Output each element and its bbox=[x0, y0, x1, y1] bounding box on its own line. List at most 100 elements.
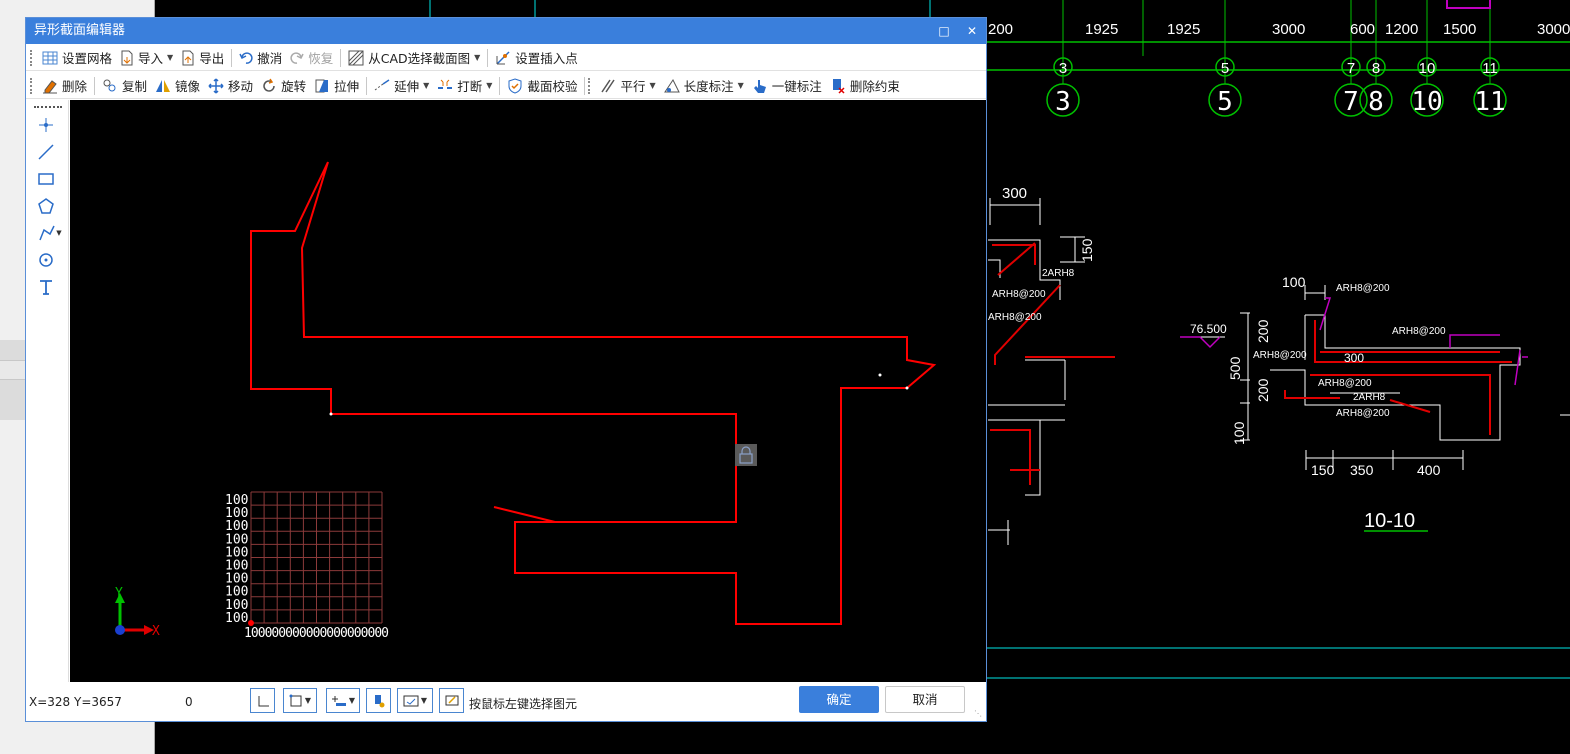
section-check-label: 截面校验 bbox=[527, 79, 578, 94]
dropdown-arrow-icon[interactable]: ▼ bbox=[421, 696, 427, 705]
dropdown-arrow-icon[interactable]: ▼ bbox=[649, 81, 655, 90]
export-icon bbox=[182, 50, 194, 65]
shield-check-icon bbox=[508, 77, 522, 94]
toolbar-grip[interactable] bbox=[30, 49, 34, 66]
cad-axis-label: 7 bbox=[1347, 60, 1355, 77]
polygon-tool[interactable] bbox=[34, 195, 58, 217]
length-dimension-button[interactable]: 长度标注 ▼ bbox=[660, 75, 748, 97]
resize-grip-icon[interactable]: ⋱ bbox=[974, 709, 984, 719]
extend-button[interactable]: 延伸 ▼ bbox=[370, 75, 433, 97]
dropdown-arrow-icon[interactable]: ▼ bbox=[167, 53, 173, 62]
export-button[interactable]: 导出 bbox=[177, 47, 228, 69]
dropdown-arrow-icon[interactable]: ▼ bbox=[305, 696, 311, 705]
cad-axis-label: 11 bbox=[1482, 60, 1498, 77]
mirror-icon bbox=[156, 79, 171, 92]
drawing-canvas[interactable]: 100 100 100 100 100 100 100 100 100 100 1000000000… bbox=[70, 100, 986, 682]
cad-axis-label: 5 bbox=[1221, 60, 1229, 77]
tools-grip[interactable] bbox=[34, 106, 62, 108]
snap-toggle[interactable]: ▼ bbox=[283, 688, 317, 713]
status-value: 0 bbox=[185, 695, 193, 709]
mirror-button[interactable]: 镜像 bbox=[151, 75, 204, 97]
break-button[interactable]: 打断 ▼ bbox=[433, 75, 496, 97]
cad-rebar-label: 2ARH8 bbox=[1042, 268, 1075, 279]
line-tool[interactable] bbox=[34, 141, 58, 163]
cad-section-dim: 300 bbox=[1344, 351, 1364, 365]
cad-axis-label-large: 11 bbox=[1474, 87, 1505, 117]
set-insert-point-button[interactable]: 设置插入点 bbox=[491, 47, 582, 69]
delete-constraint-icon bbox=[832, 78, 845, 94]
undo-icon bbox=[239, 51, 253, 64]
undo-button[interactable]: 撤消 bbox=[235, 47, 286, 69]
cad-rebar-label: ARH8@200 bbox=[1336, 408, 1390, 419]
grid-icon bbox=[42, 51, 58, 64]
set-grid-label: 设置网格 bbox=[62, 51, 113, 66]
toolbar-grip[interactable] bbox=[588, 77, 592, 94]
ortho-toggle[interactable] bbox=[250, 688, 275, 713]
dropdown-arrow-icon[interactable]: ▼ bbox=[738, 81, 744, 90]
rotate-button[interactable]: 旋转 bbox=[257, 75, 310, 97]
rectangle-tool[interactable] bbox=[34, 168, 58, 190]
circle-tool[interactable] bbox=[34, 249, 58, 271]
break-label: 打断 bbox=[457, 79, 483, 94]
dimension-toggle[interactable] bbox=[366, 688, 391, 713]
cad-axis-label-large: 10 bbox=[1411, 87, 1442, 117]
cad-section-dim: 100 bbox=[1282, 274, 1306, 290]
stretch-button[interactable]: 拉伸 bbox=[310, 75, 363, 97]
toolbar-edit: 删除 复制 镜像 移动 旋转 拉伸 延伸 ▼ 打断 ▼ 截面校验 平行 ▼ 长度… bbox=[26, 73, 986, 99]
section-check-button[interactable]: 截面校验 bbox=[503, 75, 581, 97]
lock-icon[interactable] bbox=[735, 444, 757, 466]
polyline-tool[interactable]: ▼ bbox=[34, 222, 66, 244]
cad-elevation: 76.500 bbox=[1190, 322, 1227, 336]
status-bar: X=328 Y=3657 0 ▼ ▼ ▼ 按鼠标左键选择图元 确定 取消 ⋱ bbox=[26, 682, 986, 721]
maximize-icon[interactable]: □ bbox=[931, 18, 957, 44]
close-icon[interactable]: ✕ bbox=[959, 18, 985, 44]
mirror-label: 镜像 bbox=[175, 79, 201, 94]
copy-button[interactable]: 复制 bbox=[98, 75, 151, 97]
toolbar-separator bbox=[94, 76, 96, 95]
delete-constraint-button[interactable]: 删除约束 bbox=[826, 75, 904, 97]
toolbar-separator bbox=[584, 76, 586, 95]
point-tool[interactable] bbox=[34, 114, 58, 136]
rotate-icon bbox=[263, 78, 275, 92]
cad-rebar-label: 2ARH8 bbox=[1353, 392, 1386, 403]
cad-section-dim: 150 bbox=[1311, 462, 1335, 478]
toolbar-grip[interactable] bbox=[30, 77, 34, 94]
edit-toggle[interactable] bbox=[439, 688, 464, 713]
cad-rebar-label: ARH8@200 bbox=[1318, 378, 1372, 389]
redo-label: 恢复 bbox=[308, 51, 334, 66]
dropdown-arrow-icon[interactable]: ▼ bbox=[349, 696, 355, 705]
cad-dim-top: 1925 bbox=[1085, 21, 1118, 38]
section-editor-dialog: 异形截面编辑器 □ ✕ 设置网格 导入 ▼ 导出 撤消 恢复 从CAD选择截面图… bbox=[25, 17, 987, 722]
dropdown-arrow-icon[interactable]: ▼ bbox=[486, 81, 492, 90]
section-outline[interactable] bbox=[250, 161, 937, 625]
point-snap-icon bbox=[331, 695, 346, 706]
import-button[interactable]: 导入 ▼ bbox=[116, 47, 177, 69]
cad-select-icon bbox=[348, 50, 364, 65]
insert-point-toggle[interactable]: ▼ bbox=[326, 688, 360, 713]
text-tool[interactable] bbox=[34, 276, 58, 298]
set-insert-point-label: 设置插入点 bbox=[515, 51, 578, 66]
display-toggle[interactable]: ▼ bbox=[397, 688, 433, 713]
cancel-button[interactable]: 取消 bbox=[885, 686, 965, 713]
extend-icon bbox=[374, 78, 390, 90]
parallel-button[interactable]: 平行 ▼ bbox=[596, 75, 659, 97]
delete-button[interactable]: 删除 bbox=[38, 75, 91, 97]
set-grid-button[interactable]: 设置网格 bbox=[38, 47, 116, 69]
parallel-icon bbox=[601, 79, 616, 92]
cad-section-dim-vertical: 200 bbox=[1255, 319, 1271, 343]
dropdown-arrow-icon[interactable]: ▼ bbox=[56, 229, 61, 237]
redo-icon bbox=[290, 51, 304, 64]
cad-axis-label-large: 3 bbox=[1055, 87, 1071, 117]
cad-dim-150: 150 bbox=[1079, 238, 1095, 262]
ok-button[interactable]: 确定 bbox=[799, 686, 879, 713]
dropdown-arrow-icon[interactable]: ▼ bbox=[474, 53, 480, 62]
dropdown-arrow-icon[interactable]: ▼ bbox=[423, 81, 429, 90]
rotate-label: 旋转 bbox=[281, 79, 307, 94]
redo-button[interactable]: 恢复 bbox=[286, 47, 337, 69]
one-click-dim-icon bbox=[753, 79, 766, 93]
dialog-title: 异形截面编辑器 bbox=[34, 23, 126, 38]
move-button[interactable]: 移动 bbox=[204, 75, 257, 97]
dialog-titlebar[interactable]: 异形截面编辑器 □ ✕ bbox=[26, 18, 986, 44]
one-click-dimension-button[interactable]: 一键标注 bbox=[748, 75, 826, 97]
select-from-cad-button[interactable]: 从CAD选择截面图 ▼ bbox=[344, 47, 484, 69]
